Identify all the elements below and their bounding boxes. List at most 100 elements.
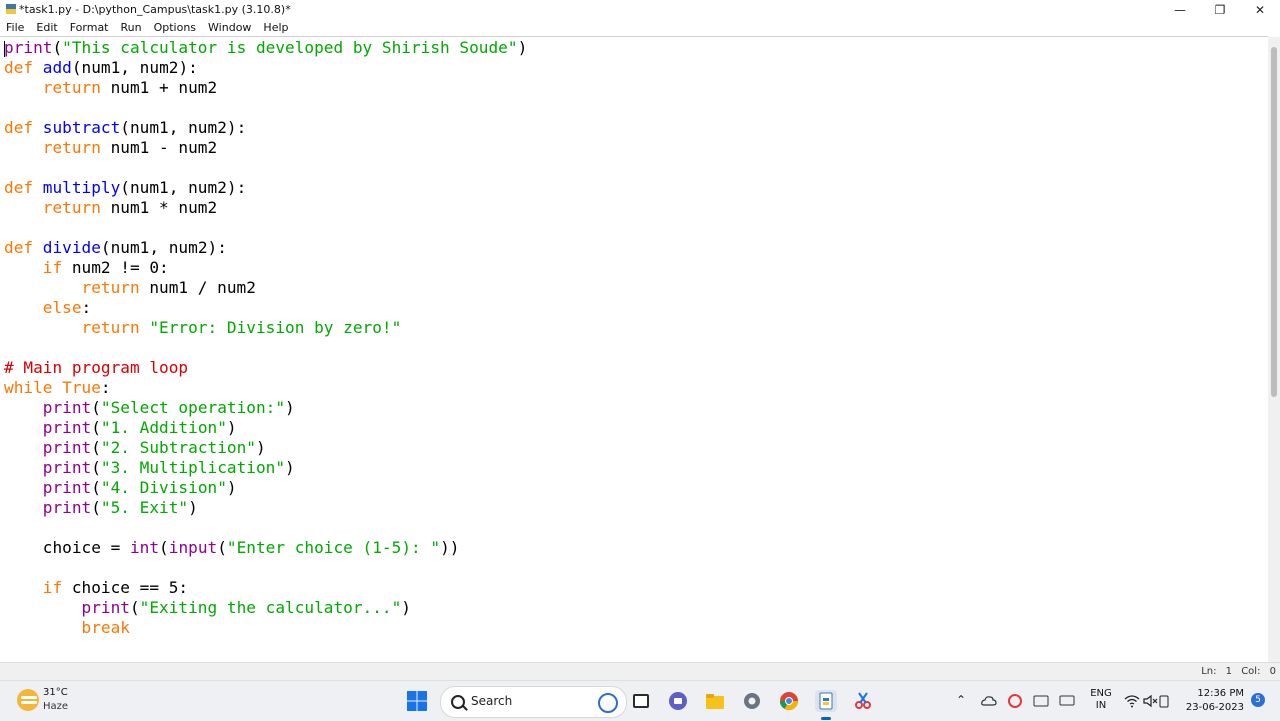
menu-window[interactable]: Window bbox=[202, 20, 257, 36]
keyboard-icon[interactable] bbox=[1033, 695, 1049, 707]
clock[interactable]: 12:36 PM 23-06-2023 bbox=[1170, 687, 1244, 715]
file-explorer-icon[interactable] bbox=[704, 690, 726, 712]
code-text[interactable]: print("This calculator is developed by S… bbox=[4, 38, 527, 638]
battery-icon[interactable] bbox=[1159, 694, 1169, 708]
code-line: if num2 != 0: bbox=[4, 258, 169, 277]
maximize-button[interactable]: ❐ bbox=[1200, 0, 1240, 20]
update-sync-icon[interactable] bbox=[1007, 693, 1023, 709]
teams-chat-icon[interactable] bbox=[667, 690, 689, 712]
code-token: choice = bbox=[4, 538, 130, 557]
code-token: return bbox=[42, 78, 101, 97]
language-region: IN bbox=[1095, 700, 1107, 711]
code-token: )) bbox=[440, 538, 460, 557]
menu-file[interactable]: File bbox=[0, 20, 30, 36]
code-token: ( bbox=[91, 478, 101, 497]
menu-edit[interactable]: Edit bbox=[30, 20, 63, 36]
code-line: return "Error: Division by zero!" bbox=[4, 318, 402, 337]
code-line: return num1 / num2 bbox=[4, 278, 256, 297]
code-line: def multiply(num1, num2): bbox=[4, 178, 246, 197]
code-token: else bbox=[42, 298, 82, 317]
speaker-muted-icon[interactable] bbox=[1142, 694, 1158, 708]
code-token: ( bbox=[91, 418, 101, 437]
code-token: if bbox=[42, 258, 63, 277]
text-cursor bbox=[4, 41, 5, 57]
minimize-button[interactable]: — bbox=[1160, 0, 1200, 20]
code-token: def bbox=[4, 178, 34, 197]
clock-date: 23-06-2023 bbox=[1185, 702, 1244, 713]
code-token: "This calculator is developed by Shirish… bbox=[62, 38, 518, 57]
task-view-icon[interactable] bbox=[630, 690, 652, 712]
code-token: ( bbox=[52, 38, 63, 57]
vertical-scrollbar[interactable] bbox=[1268, 37, 1280, 662]
code-token: multiply bbox=[42, 178, 121, 197]
weather-icon[interactable] bbox=[17, 689, 39, 711]
code-token: "Select operation:" bbox=[100, 398, 286, 417]
notification-badge[interactable]: 5 bbox=[1251, 693, 1265, 707]
code-line: print("3. Multiplication") bbox=[4, 458, 295, 477]
code-token: return bbox=[42, 138, 101, 157]
code-token: print bbox=[42, 398, 92, 417]
search-label: Search bbox=[471, 694, 513, 708]
code-token: "3. Multiplication" bbox=[100, 458, 286, 477]
code-line: while True: bbox=[4, 378, 111, 397]
code-token: ) bbox=[285, 458, 295, 477]
code-line: if choice == 5: bbox=[4, 578, 188, 597]
code-line: def add(num1, num2): bbox=[4, 58, 198, 77]
code-line: print("4. Division") bbox=[4, 478, 237, 497]
weather-condition[interactable]: Haze bbox=[43, 701, 68, 712]
menu-help[interactable]: Help bbox=[257, 20, 294, 36]
code-line: print("This calculator is developed by S… bbox=[4, 38, 527, 57]
display-icon[interactable] bbox=[1059, 695, 1075, 707]
weather-temperature[interactable]: 31°C bbox=[43, 687, 68, 698]
cursor-position: Ln: 1 Col: 0 bbox=[1201, 666, 1276, 677]
clock-time: 12:36 PM bbox=[1197, 688, 1244, 699]
start-icon[interactable] bbox=[406, 690, 428, 712]
code-token: ) bbox=[255, 438, 266, 457]
title-bar[interactable]: *task1.py - D:\python_Campus\task1.py (3… bbox=[0, 0, 1280, 20]
bing-icon[interactable] bbox=[598, 693, 618, 713]
python-file-icon bbox=[6, 4, 16, 14]
wifi-icon[interactable] bbox=[1124, 694, 1140, 708]
close-button[interactable]: ✕ bbox=[1240, 0, 1280, 20]
code-token: return bbox=[42, 198, 101, 217]
code-line: return num1 - num2 bbox=[4, 138, 217, 157]
code-line: print("Select operation:") bbox=[4, 398, 295, 417]
menu-options[interactable]: Options bbox=[148, 20, 202, 36]
chrome-icon[interactable] bbox=[778, 690, 800, 712]
code-token: ) bbox=[401, 598, 411, 617]
code-token: ( bbox=[91, 438, 101, 457]
settings-icon[interactable] bbox=[741, 690, 763, 712]
snipping-tool-icon[interactable] bbox=[852, 690, 874, 712]
onedrive-icon[interactable] bbox=[981, 694, 997, 708]
code-token: num1 / num2 bbox=[139, 278, 256, 297]
menu-run[interactable]: Run bbox=[115, 20, 148, 36]
scrollbar-thumb[interactable] bbox=[1271, 47, 1277, 397]
code-editor[interactable]: print("This calculator is developed by S… bbox=[0, 36, 1268, 663]
code-token: (num1, num2): bbox=[120, 178, 247, 197]
python-idle-icon[interactable] bbox=[815, 690, 837, 712]
taskbar-search[interactable]: Search bbox=[440, 686, 627, 718]
code-line: break bbox=[4, 618, 130, 637]
show-hidden-icons-chevron-icon[interactable]: ⌃ bbox=[956, 693, 966, 707]
code-token: print bbox=[4, 38, 53, 57]
menu-format[interactable]: Format bbox=[64, 20, 115, 36]
code-token: print bbox=[42, 458, 92, 477]
code-line: # Main program loop bbox=[4, 358, 188, 377]
code-line: choice = int(input("Enter choice (1-5): … bbox=[4, 538, 460, 557]
code-token: "1. Addition" bbox=[100, 418, 227, 437]
code-token: num1 * num2 bbox=[100, 198, 218, 217]
search-icon bbox=[451, 695, 465, 709]
code-token: print bbox=[42, 478, 92, 497]
language-indicator[interactable]: ENG IN bbox=[1088, 688, 1114, 712]
code-token: ( bbox=[91, 398, 101, 417]
